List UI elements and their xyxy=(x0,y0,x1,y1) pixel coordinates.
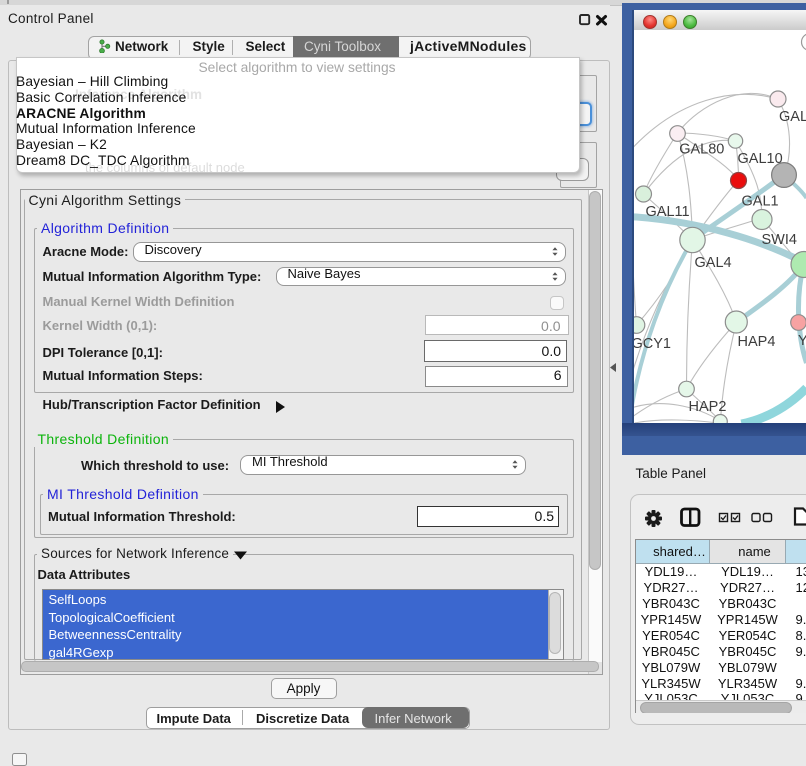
svg-text:GCY1: GCY1 xyxy=(634,336,671,352)
svg-text:GAL80: GAL80 xyxy=(679,142,724,158)
svg-text:HAP4: HAP4 xyxy=(737,334,775,350)
svg-text:GAL1: GAL1 xyxy=(741,194,778,210)
svg-text:GAL7: GAL7 xyxy=(779,109,806,125)
svg-text:GAL11: GAL11 xyxy=(645,204,689,220)
svg-text:GAL10: GAL10 xyxy=(737,151,782,167)
svg-text:GAL4: GAL4 xyxy=(694,255,731,271)
svg-text:SWI4: SWI4 xyxy=(761,232,796,248)
svg-text:Y: Y xyxy=(798,333,806,349)
svg-text:HAP2: HAP2 xyxy=(688,399,726,415)
